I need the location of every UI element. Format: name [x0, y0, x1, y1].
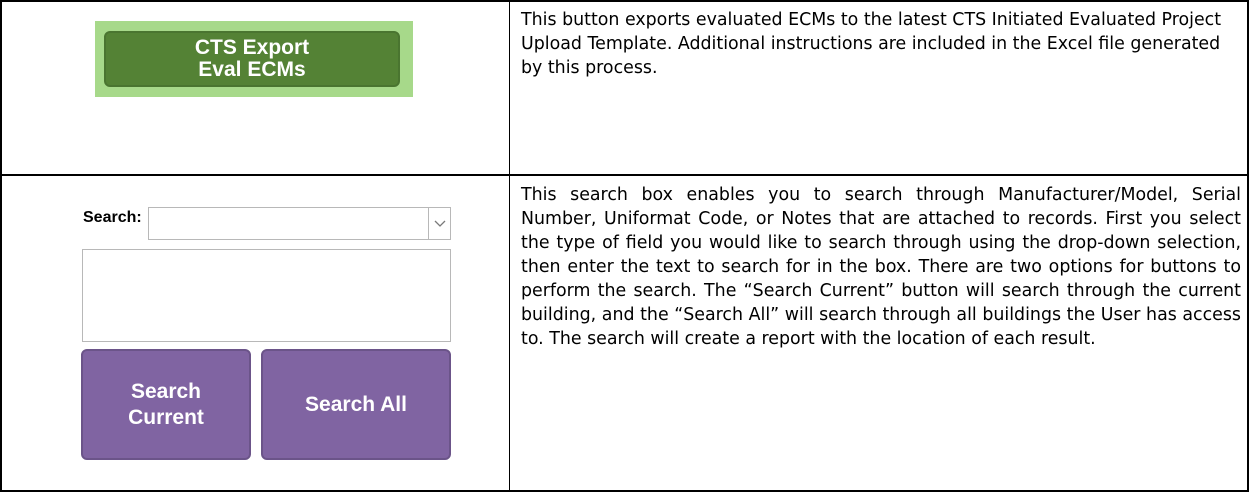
- search-current-button[interactable]: Search Current: [81, 349, 251, 460]
- search-all-button[interactable]: Search All: [261, 349, 451, 460]
- table-border-left: [0, 0, 2, 492]
- search-field-dropdown[interactable]: [148, 207, 451, 240]
- table-column-divider: [509, 0, 510, 492]
- search-text-input[interactable]: [82, 249, 451, 342]
- table-border-top: [0, 0, 1249, 2]
- chevron-down-icon[interactable]: [428, 208, 450, 239]
- search-label: Search:: [83, 209, 142, 226]
- cts-export-eval-ecms-button[interactable]: CTS Export Eval ECMs: [104, 31, 400, 87]
- search-current-line1: Search: [130, 379, 202, 403]
- export-button-line1: CTS Export: [194, 36, 310, 59]
- table-row-divider: [0, 174, 1249, 176]
- export-description: This button exports evaluated ECMs to th…: [521, 10, 1222, 78]
- export-button-line2: Eval ECMs: [198, 58, 306, 81]
- search-current-line2: Current: [128, 405, 204, 429]
- search-all-label: Search All: [305, 392, 407, 416]
- search-description: This search box enables you to search th…: [521, 185, 1241, 349]
- instruction-table: CTS Export Eval ECMs This button exports…: [0, 0, 1249, 492]
